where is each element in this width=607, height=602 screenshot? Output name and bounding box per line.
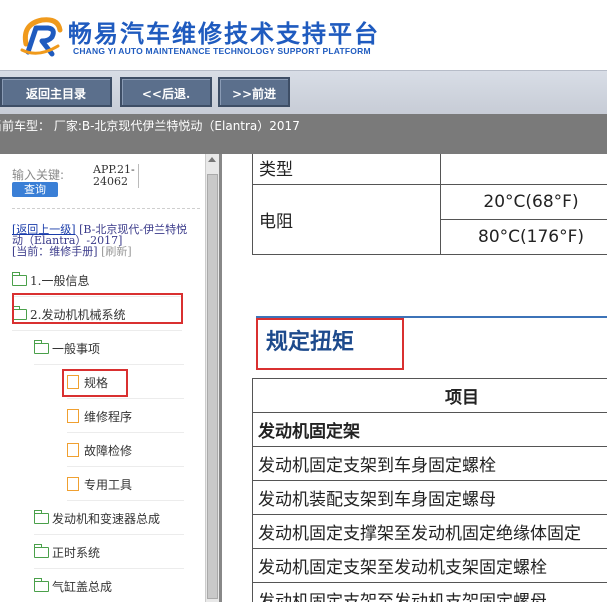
nav-bar: 返回主目录 <<后退. >>前进 [0,70,607,114]
temp-cell-1: 20°C(68°F) [440,184,607,220]
tree-item-timing-system[interactable]: 正时系统 [33,537,184,569]
divider [12,208,200,209]
folder-open-icon [33,340,49,354]
tree-item-label: 专用工具 [84,478,133,492]
tree-item-special-tools[interactable]: 专用工具 [67,469,184,501]
torque-table: 项目 发动机固定架 发动机固定支架到车身固定螺栓 发动机装配支架到车身固定螺母 … [252,378,607,602]
tree-item-general-matters[interactable]: 一般事项 [33,333,184,365]
table-row: 发动机装配支架到车身固定螺母 [252,480,607,515]
tree-item-label: 一般事项 [52,342,101,356]
tree-item-label: 发动机和变速器总成 [52,512,161,526]
sidebar-scrollbar[interactable] [205,154,219,602]
table-header: 项目 [252,378,607,413]
highlight-box [12,293,183,324]
document-icon [67,409,79,423]
search-button[interactable]: 查询 [12,182,58,197]
table-row: 发动机固定支架至发动机支架固定螺栓 [252,548,607,583]
document-icon [67,477,79,491]
tree-item-cylinder-head[interactable]: 气缸盖总成 [33,571,184,602]
tree-item-label: 1.一般信息 [30,274,90,288]
tree-item-label: 故障检修 [84,444,133,458]
resistance-table: 类型 电阻 20°C(68°F) 80°C(176°F) [252,154,607,255]
tree-item-engine-transmission[interactable]: 发动机和变速器总成 [33,503,184,535]
table-group-row: 发动机固定架 [252,412,607,447]
scroll-up-arrow-icon[interactable] [208,157,216,162]
table-row: 发动机固定支架到车身固定螺栓 [252,446,607,481]
tree-item-label: 维修程序 [84,410,133,424]
vehicle-info-text: 当前车型： 厂家:B-北京现代伊兰特悦动（Elantra）2017 [0,119,300,133]
type-value-cell [440,154,607,185]
breadcrumb: [返回上一级] [B-北京现代-伊兰特悦动（Elantra）-2017] [当前… [12,224,198,257]
back-button[interactable]: <<后退. [120,77,212,107]
sidebar: 输入关键: APP.21-24062 查询 [返回上一级] [B-北京现代-伊兰… [0,154,205,602]
forward-button[interactable]: >>前进 [218,77,290,107]
table-row: 发动机固定支架至发动机支架固定螺母 [252,582,607,602]
tree-item-troubleshooting[interactable]: 故障检修 [67,435,184,467]
brand-logo-icon [20,17,63,57]
keyword-label: 输入关键: [12,168,65,182]
brand-subtitle: CHANG YI AUTO MAINTENANCE TECHNOLOGY SUP… [73,46,371,56]
resistance-cell: 电阻 [252,184,441,255]
home-button[interactable]: 返回主目录 [0,77,112,107]
folder-icon [11,272,27,286]
tree-item-label: 气缸盖总成 [52,580,113,594]
highlight-box [256,318,404,370]
content-pane: 类型 电阻 20°C(68°F) 80°C(176°F) 规定扭矩 项目 发动机… [219,154,607,602]
brand-title: 畅易汽车维修技术支持平台 [68,20,380,48]
app-header: 畅易汽车维修技术支持平台 CHANG YI AUTO MAINTENANCE T… [0,0,607,70]
vehicle-info-bar: 当前车型： 厂家:B-北京现代伊兰特悦动（Elantra）2017 [0,114,607,154]
folder-icon [33,510,49,524]
keyword-input[interactable]: APP.21-24062 [93,164,139,188]
tree-item-repair-procedure[interactable]: 维修程序 [67,401,184,433]
tree-item-label: 正时系统 [52,546,101,560]
type-cell: 类型 [252,154,441,185]
refresh-link[interactable]: [刷新] [101,245,132,258]
table-row: 发动机固定支撑架至发动机固定绝缘体固定 [252,514,607,549]
scroll-thumb[interactable] [207,174,218,599]
temp-cell-2: 80°C(176°F) [440,219,607,255]
crumb-current: [当前：维修手册] [12,245,98,258]
highlight-box [62,369,128,397]
folder-icon [33,544,49,558]
folder-icon [33,578,49,592]
document-icon [67,443,79,457]
